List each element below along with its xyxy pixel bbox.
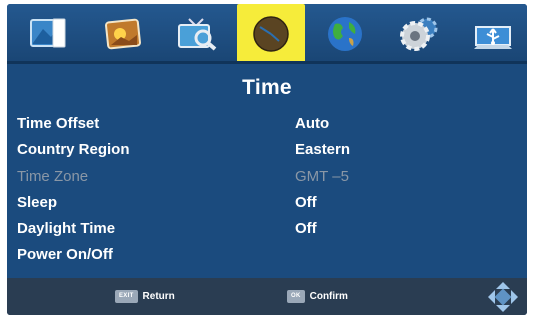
footer-bar: EXIT Return OK Confirm bbox=[7, 278, 527, 315]
setting-label: Country Region bbox=[17, 141, 130, 158]
tab-channel[interactable] bbox=[163, 5, 231, 62]
ok-key-badge: OK bbox=[287, 290, 305, 303]
photo-icon bbox=[103, 17, 143, 51]
setting-value: Off bbox=[295, 194, 317, 211]
tab-usb[interactable] bbox=[459, 5, 527, 62]
clock-icon bbox=[251, 14, 291, 54]
tv-search-icon bbox=[175, 16, 219, 52]
usb-icon bbox=[472, 17, 514, 51]
globe-icon bbox=[325, 14, 365, 54]
setting-label: Sleep bbox=[17, 194, 58, 211]
tab-time[interactable] bbox=[237, 4, 305, 64]
setting-row-daylight-time[interactable]: Daylight Time Off bbox=[7, 217, 527, 241]
setting-row-time-zone: Time Zone GMT –5 bbox=[7, 165, 527, 189]
setting-row-country-region[interactable]: Country Region Eastern bbox=[7, 138, 527, 162]
setting-row-sleep[interactable]: Sleep Off bbox=[7, 191, 527, 215]
menu-tab-bar bbox=[7, 4, 527, 64]
picture-icon bbox=[29, 17, 69, 51]
tab-setup[interactable] bbox=[385, 5, 453, 62]
tab-photo[interactable] bbox=[89, 5, 157, 62]
tv-menu-panel: Time Time Offset Auto Country Region Eas… bbox=[7, 4, 527, 315]
setting-label: Time Offset bbox=[17, 115, 100, 132]
page-title: Time bbox=[242, 76, 292, 99]
tab-picture[interactable] bbox=[15, 5, 83, 62]
return-hint[interactable]: EXIT Return bbox=[115, 290, 175, 303]
settings-gear-icon bbox=[397, 14, 441, 54]
setting-label: Daylight Time bbox=[17, 220, 116, 237]
setting-row-time-offset[interactable]: Time Offset Auto bbox=[7, 112, 527, 136]
confirm-label: Confirm bbox=[309, 291, 348, 302]
return-label: Return bbox=[142, 291, 175, 302]
setting-row-power-on-off[interactable]: Power On/Off bbox=[7, 243, 527, 267]
setting-value: Auto bbox=[295, 115, 330, 132]
dpad-icon bbox=[487, 281, 519, 315]
tab-region[interactable] bbox=[311, 5, 379, 62]
setting-label: Power On/Off bbox=[17, 246, 113, 263]
setting-value: Off bbox=[295, 220, 317, 237]
setting-value: Eastern bbox=[295, 141, 351, 158]
exit-key-badge: EXIT bbox=[115, 290, 138, 303]
tab-separator bbox=[7, 61, 527, 64]
setting-value: GMT –5 bbox=[295, 168, 349, 185]
confirm-hint[interactable]: OK Confirm bbox=[287, 290, 348, 303]
setting-label: Time Zone bbox=[17, 168, 89, 185]
